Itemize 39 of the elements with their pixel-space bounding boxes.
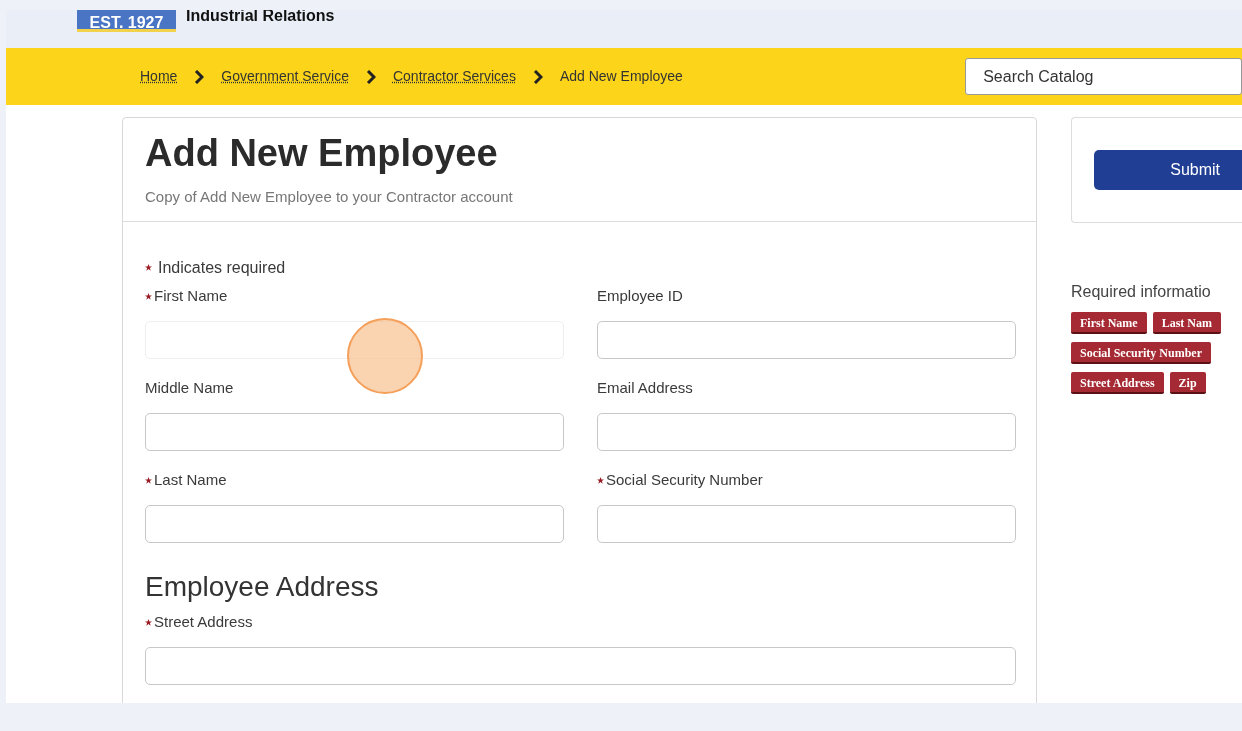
chevron-icon	[194, 69, 205, 84]
required-note: Indicates required	[158, 257, 286, 278]
required-icon	[145, 293, 152, 300]
submit-button[interactable]: Submit	[1094, 150, 1242, 190]
field-label: Middle Name	[145, 378, 234, 399]
text-field[interactable]	[597, 320, 1016, 359]
required-icon	[145, 477, 152, 484]
field-label: Street Address	[154, 612, 253, 633]
page-subtitle: Copy of Add New Employee to your Contractor account	[145, 187, 514, 207]
required-icon	[597, 477, 604, 484]
field-label: Last Name	[154, 470, 227, 491]
agency-name: Industrial Relations	[186, 10, 335, 24]
field-label: Employee ID	[597, 286, 683, 307]
chevron-icon	[365, 69, 376, 84]
field-label: First Name	[154, 286, 228, 307]
text-field[interactable]	[145, 646, 1016, 685]
required-tag: Last Nam	[1152, 312, 1221, 334]
breadcrumb-link[interactable]: Home	[140, 66, 178, 87]
breadcrumb-current: Add New Employee	[559, 67, 683, 86]
required-icon	[145, 264, 152, 271]
required-tag: Street Address	[1071, 372, 1164, 394]
text-field[interactable]	[145, 504, 564, 543]
text-field[interactable]	[145, 412, 564, 451]
field-label: Email Address	[597, 378, 693, 399]
required-info-heading: Required informatio	[1071, 282, 1212, 302]
text-field[interactable]	[597, 412, 1016, 451]
search-field[interactable]: Search Catalog	[965, 58, 1242, 95]
required-tag: Social Security Number	[1071, 342, 1211, 364]
required-icon	[145, 619, 152, 626]
logo-badge[interactable]: EST. 1927	[77, 10, 176, 32]
section-heading: Employee Address	[145, 569, 380, 604]
breadcrumb-link[interactable]: Contractor Services	[392, 66, 516, 87]
required-tag: First Name	[1071, 312, 1147, 334]
text-field[interactable]	[597, 504, 1016, 543]
required-tag: Zip	[1169, 372, 1206, 394]
page-title: Add New Employee	[145, 131, 499, 176]
chevron-icon	[532, 69, 543, 84]
breadcrumb-link[interactable]: Government Service	[221, 66, 349, 87]
field-label: Social Security Number	[606, 470, 763, 491]
